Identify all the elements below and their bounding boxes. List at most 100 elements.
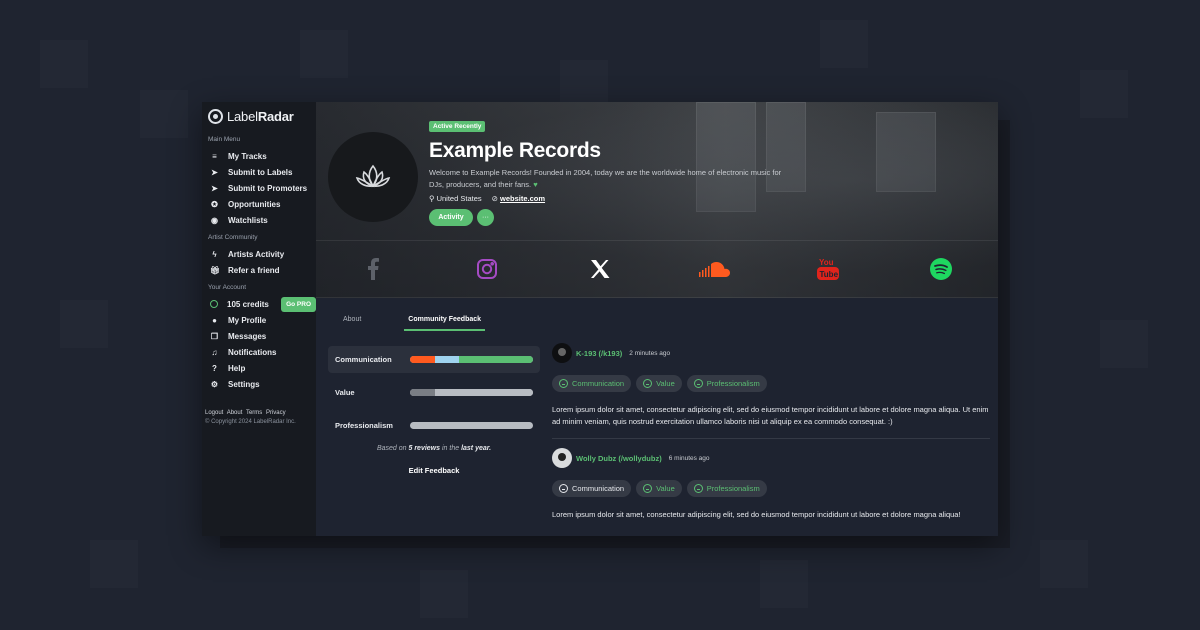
- credits-row: 105 credits Go PRO: [202, 296, 316, 312]
- credits-icon: [210, 300, 218, 308]
- facebook-icon: [367, 258, 379, 280]
- copyright: © Copyright 2024 LabelRadar Inc.: [205, 419, 296, 425]
- feedback-header: K-193 (/k193) 2 minutes ago: [552, 342, 990, 364]
- main-content: Active Recently Example Records Welcome …: [316, 102, 998, 536]
- smile-face-icon: [693, 484, 703, 493]
- sidebar-item-help[interactable]: ? Help: [202, 360, 316, 376]
- sidebar-item-watchlists[interactable]: ◉ Watchlists: [202, 212, 316, 228]
- send-icon: ➤: [211, 183, 218, 193]
- smile-face-icon: [693, 379, 703, 388]
- rating-row-professionalism[interactable]: Professionalism: [328, 412, 540, 439]
- rating-bar-segment: [410, 389, 435, 396]
- your-account-label: Your Account: [208, 284, 247, 291]
- rating-bar-segment: [434, 356, 460, 363]
- go-pro-button[interactable]: Go PRO: [281, 296, 316, 312]
- smile-face-icon: [643, 379, 653, 388]
- messages-icon: ❐: [210, 331, 219, 341]
- social-soundcloud[interactable]: [657, 241, 771, 297]
- sidebar-item-messages[interactable]: ❐ Messages: [202, 328, 316, 344]
- rating-row-value[interactable]: Value: [328, 379, 540, 406]
- sidebar-item-label: Submit to Promoters: [228, 183, 308, 193]
- activity-button[interactable]: Activity: [429, 209, 473, 226]
- more-options-button[interactable]: ···: [477, 209, 494, 226]
- location: ⚲ United States: [429, 194, 482, 203]
- sidebar-item-my-tracks[interactable]: ≡ My Tracks: [202, 148, 316, 164]
- sidebar-item-artists-activity[interactable]: ϟ Artists Activity: [202, 246, 316, 262]
- sidebar-item-submit-to-labels[interactable]: ➤ Submit to Labels: [202, 164, 316, 180]
- main-menu-label: Main Menu: [208, 136, 241, 143]
- website-link[interactable]: website.com: [500, 194, 545, 203]
- profile-hero: Active Recently Example Records Welcome …: [316, 102, 998, 298]
- rating-label: Communication: [335, 355, 392, 364]
- avatar[interactable]: [552, 343, 572, 363]
- sidebar-item-my-profile[interactable]: ● My Profile: [202, 312, 316, 328]
- sidebar-item-settings[interactable]: ⚙ Settings: [202, 376, 316, 392]
- feedback-header: Wolly Dubz (/wollydubz) 6 minutes ago: [552, 447, 990, 469]
- rating-bar-segment: [410, 422, 533, 429]
- feedback-chips: Communication Value Professionalism: [552, 375, 990, 392]
- terms-link[interactable]: Terms: [246, 410, 262, 416]
- svg-text:You: You: [819, 258, 834, 267]
- youtube-icon: You Tube: [816, 258, 839, 280]
- profile-description: Welcome to Example Records! Founded in 2…: [429, 168, 782, 189]
- neutral-face-icon: [559, 484, 568, 493]
- sidebar-item-label: Refer a friend: [228, 265, 280, 275]
- social-instagram[interactable]: [430, 241, 544, 297]
- feedback-chips: Communication Value Professionalism: [552, 480, 990, 497]
- privacy-link[interactable]: Privacy: [266, 410, 286, 416]
- edit-feedback-button[interactable]: Edit Feedback: [328, 466, 540, 475]
- social-spotify[interactable]: [884, 241, 998, 297]
- feedback-chip-value: Value: [636, 480, 682, 497]
- logo[interactable]: LabelRadar: [202, 108, 316, 124]
- feedback-user-link[interactable]: K-193 (/k193): [576, 349, 622, 358]
- social-facebook[interactable]: [316, 241, 430, 297]
- soundcloud-icon: [698, 262, 730, 277]
- user-icon: ●: [212, 315, 217, 325]
- lotus-logo-icon: [355, 164, 391, 188]
- tab-community-feedback[interactable]: Community Feedback: [404, 310, 486, 331]
- logout-link[interactable]: Logout: [205, 410, 223, 416]
- sidebar-item-opportunities[interactable]: ✪ Opportunities: [202, 196, 316, 212]
- status-badge: Active Recently: [429, 121, 486, 132]
- playlist-icon: ≡: [212, 151, 217, 161]
- reviews-summary: Based on 5 reviews in the last year.: [376, 445, 492, 452]
- x-icon: [591, 260, 610, 278]
- ratings-panel: Communication Value Professionalism Based …: [328, 346, 540, 475]
- bell-icon: ♫: [211, 347, 218, 357]
- gear-icon: ⚙: [210, 379, 219, 389]
- feedback-chip-communication: Communication: [552, 480, 632, 497]
- link-icon: ⊘: [491, 194, 498, 203]
- sidebar-item-label: Settings: [228, 379, 260, 389]
- map-pin-icon: ⚲: [429, 194, 435, 203]
- label-avatar: [328, 132, 418, 222]
- sidebar-item-notifications[interactable]: ♫ Notifications: [202, 344, 316, 360]
- heart-icon: ♥: [533, 179, 538, 189]
- feedback-time: 6 minutes ago: [668, 454, 710, 462]
- sidebar: LabelRadar Main Menu ≡ My Tracks ➤ Submit t…: [202, 102, 316, 536]
- feedback-user-link[interactable]: Wolly Dubz (/wollydubz): [576, 454, 662, 463]
- feedback-chip-value: Value: [636, 375, 682, 392]
- sidebar-item-refer-a-friend[interactable]: 🎁︎ Refer a friend: [202, 262, 316, 278]
- avatar[interactable]: [552, 448, 572, 468]
- rating-bar-segment: [410, 356, 435, 363]
- page-title: Example Records: [429, 139, 601, 162]
- social-youtube[interactable]: You Tube: [771, 241, 885, 297]
- rating-bar-segment: [459, 356, 533, 363]
- sidebar-item-label: Submit to Labels: [228, 167, 293, 177]
- feedback-time: 2 minutes ago: [629, 349, 671, 357]
- tab-about[interactable]: About: [328, 310, 376, 331]
- smile-face-icon: [643, 484, 653, 493]
- artist-community-label: Artist Community: [208, 234, 258, 241]
- sidebar-item-label: My Profile: [228, 315, 267, 325]
- sidebar-item-label: Messages: [228, 331, 267, 341]
- bolt-icon: ϟ: [212, 249, 217, 259]
- radar-logo-icon: [208, 108, 223, 124]
- rating-row-communication[interactable]: Communication: [328, 346, 540, 373]
- social-x[interactable]: [543, 241, 657, 297]
- rating-bar: [410, 356, 533, 363]
- about-link[interactable]: About: [227, 410, 243, 416]
- feedback-chip-professionalism: Professionalism: [686, 375, 767, 392]
- sidebar-item-submit-to-promoters[interactable]: ➤ Submit to Promoters: [202, 180, 316, 196]
- sidebar-item-label: Watchlists: [228, 215, 268, 225]
- feedback-item: Wolly Dubz (/wollydubz) 6 minutes ago Co…: [552, 438, 990, 531]
